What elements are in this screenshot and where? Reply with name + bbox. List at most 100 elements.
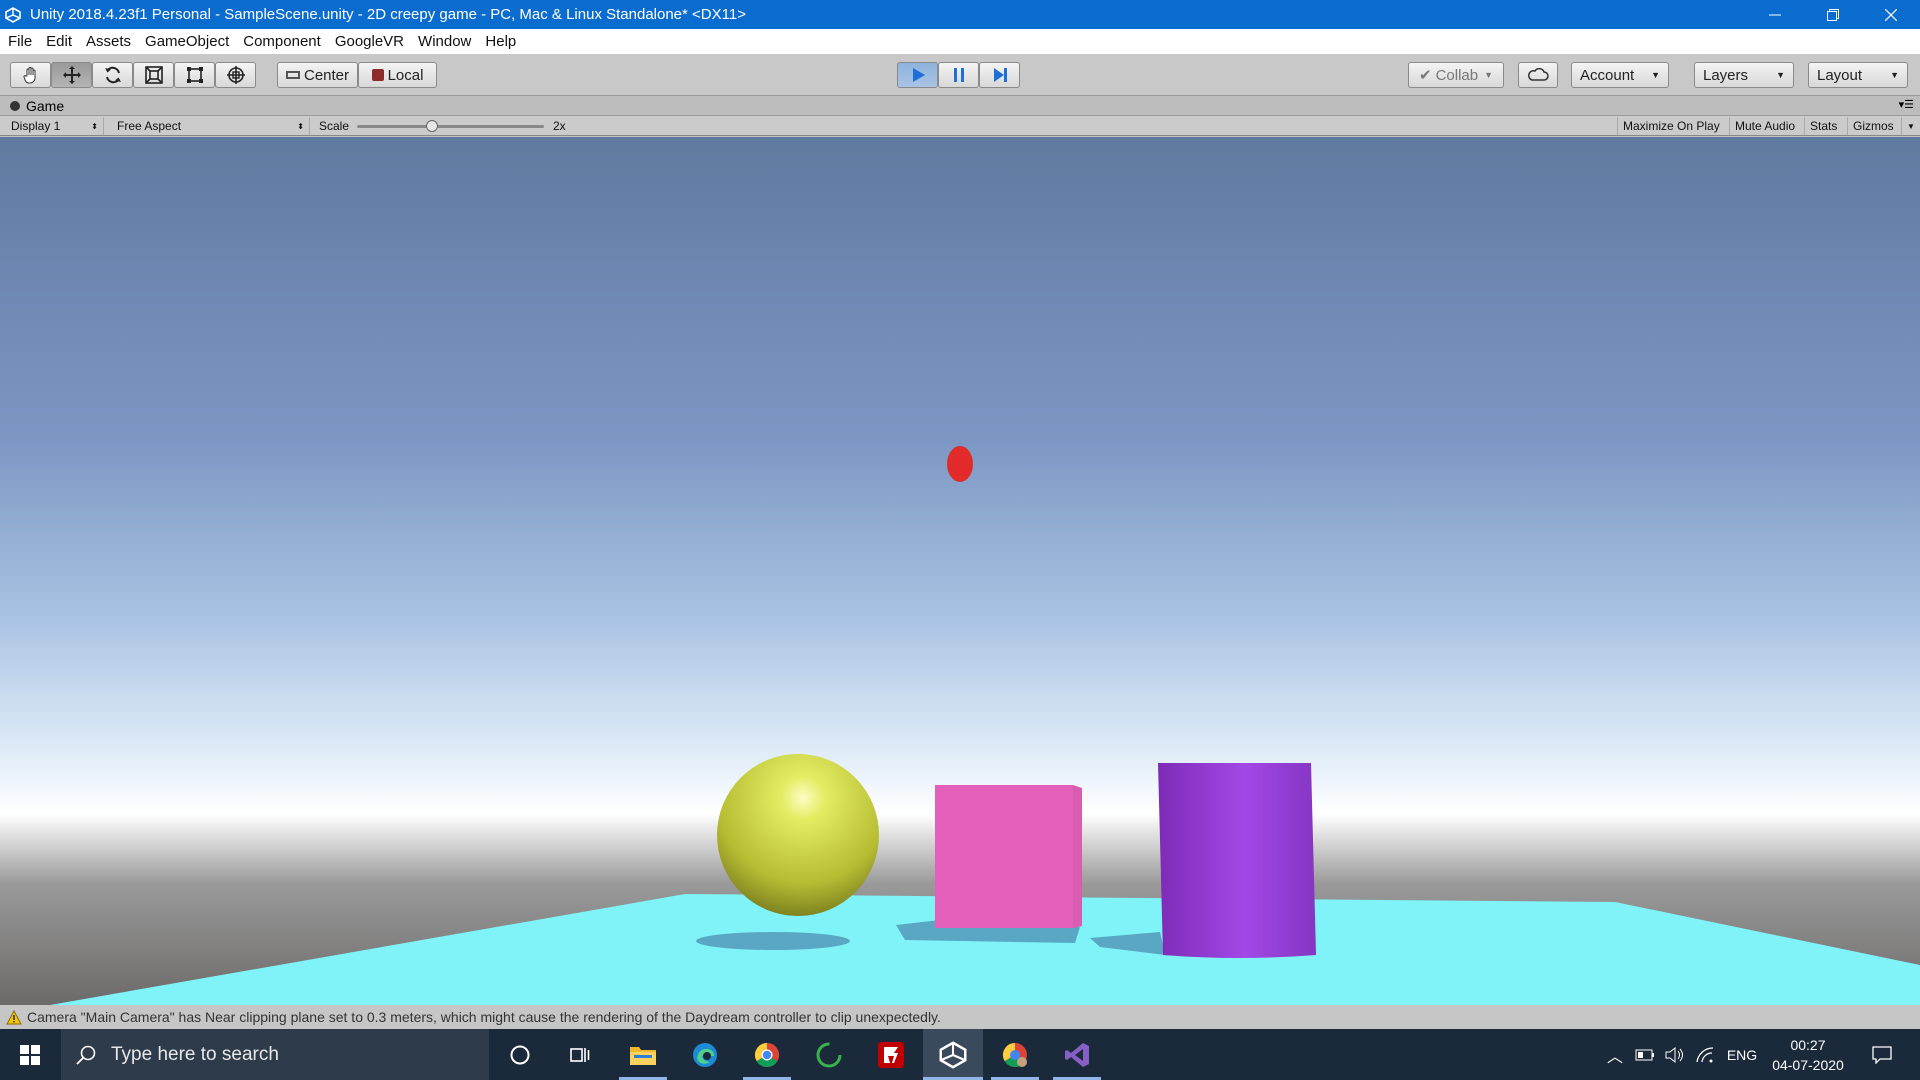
menu-gameobject[interactable]: GameObject: [145, 33, 229, 50]
account-dropdown[interactable]: Account ▼: [1571, 62, 1669, 88]
scale-value: 2x: [553, 119, 566, 133]
pause-icon: [953, 68, 964, 82]
menu-bar: File Edit Assets GameObject Component Go…: [0, 29, 1920, 54]
sphere-shadow: [696, 932, 850, 950]
rect-tool-button[interactable]: [174, 62, 215, 88]
chrome-icon[interactable]: [737, 1029, 797, 1080]
stats-button[interactable]: Stats: [1805, 117, 1848, 135]
step-icon: [993, 68, 1007, 82]
window-title: Unity 2018.4.23f1 Personal - SampleScene…: [30, 6, 746, 23]
pivot-local-button[interactable]: Local: [358, 62, 437, 88]
windows-start-icon[interactable]: [0, 1029, 60, 1080]
minimize-icon[interactable]: [1746, 0, 1804, 29]
game-toolbar: Display 1 ⬍ Free Aspect ⬍ Scale 2x Maxim…: [0, 116, 1920, 136]
task-view-icon[interactable]: [550, 1029, 610, 1080]
taskbar-search-box[interactable]: Type here to search: [61, 1029, 489, 1080]
menu-googlevr[interactable]: GoogleVR: [335, 33, 404, 50]
transform-icon: [226, 66, 245, 84]
gizmos-button[interactable]: Gizmos: [1848, 117, 1902, 135]
play-button[interactable]: [897, 62, 938, 88]
language-indicator[interactable]: ENG: [1720, 1047, 1764, 1063]
search-placeholder: Type here to search: [111, 1043, 279, 1065]
mute-audio-button[interactable]: Mute Audio: [1730, 117, 1805, 135]
scale-icon: [144, 66, 163, 84]
account-label: Account: [1580, 66, 1635, 84]
unity-icon: [4, 6, 22, 24]
rotate-tool-button[interactable]: [92, 62, 133, 88]
chrome-profile-icon[interactable]: [985, 1029, 1045, 1080]
game-tab-label: Game: [26, 97, 65, 114]
title-bar: Unity 2018.4.23f1 Personal - SampleScene…: [0, 0, 1920, 29]
maximize-on-play-button[interactable]: Maximize On Play: [1617, 117, 1730, 135]
chevron-up-icon[interactable]: ︿: [1600, 1043, 1630, 1067]
close-icon[interactable]: [1862, 0, 1920, 29]
wifi-icon[interactable]: [1690, 1046, 1720, 1063]
pivot-icon: [285, 71, 300, 79]
aspect-select[interactable]: Free Aspect ⬍: [112, 117, 310, 135]
menu-edit[interactable]: Edit: [46, 33, 72, 50]
cube-side: [1073, 785, 1082, 928]
updown-icon: ⬍: [91, 121, 98, 131]
scale-slider-handle[interactable]: [425, 120, 438, 132]
menu-help[interactable]: Help: [485, 33, 516, 50]
sync-app-icon[interactable]: [799, 1029, 859, 1080]
clock-time: 00:27: [1790, 1036, 1826, 1053]
console-status-bar[interactable]: Camera "Main Camera" has Near clipping p…: [0, 1005, 1920, 1029]
panel-menu-icon[interactable]: ▾☰: [1899, 98, 1914, 111]
step-button[interactable]: [979, 62, 1020, 88]
file-explorer-icon[interactable]: [613, 1029, 673, 1080]
battery-icon[interactable]: [1630, 1049, 1660, 1061]
chevron-down-icon: ▼: [1776, 70, 1785, 80]
game-panel-header: Game ▾☰: [0, 96, 1920, 116]
menu-window[interactable]: Window: [418, 33, 471, 50]
scale-tool-button[interactable]: [133, 62, 174, 88]
aspect-label: Free Aspect: [117, 119, 182, 133]
unity-taskbar-icon[interactable]: [923, 1029, 983, 1080]
game-viewport[interactable]: [0, 137, 1920, 1005]
status-message: Camera "Main Camera" has Near clipping p…: [27, 1009, 941, 1025]
filezilla-icon[interactable]: [861, 1029, 921, 1080]
windows-taskbar: Type here to search ︿ ENG 00:27 04-07-20…: [0, 1029, 1920, 1080]
game-tab[interactable]: Game: [10, 98, 64, 114]
warning-icon: [6, 1009, 22, 1024]
cortana-icon[interactable]: [490, 1029, 550, 1080]
space-label: Local: [387, 66, 424, 84]
chevron-down-icon: ▼: [1651, 70, 1660, 80]
updown-icon: ⬍: [297, 121, 304, 131]
system-tray: ︿ ENG 00:27 04-07-2020: [1600, 1029, 1912, 1080]
rotate-icon: [104, 66, 121, 84]
notification-icon[interactable]: [1852, 1045, 1912, 1064]
layers-dropdown[interactable]: Layers ▼: [1694, 62, 1794, 88]
restore-icon[interactable]: [1804, 0, 1862, 29]
move-tool-button[interactable]: [51, 62, 92, 88]
collab-label: Collab: [1435, 66, 1479, 84]
pacman-icon: [10, 100, 20, 111]
main-toolbar: Center Local ✔ Collab ▼ Account ▼ Layers…: [0, 54, 1920, 96]
chevron-down-icon: ▼: [1890, 70, 1899, 80]
menu-component[interactable]: Component: [243, 33, 321, 50]
visual-studio-icon[interactable]: [1047, 1029, 1107, 1080]
scale-slider-track[interactable]: [357, 120, 544, 132]
search-icon: [76, 1045, 96, 1065]
play-icon: [912, 68, 925, 82]
menu-file[interactable]: File: [8, 33, 32, 50]
display-select[interactable]: Display 1 ⬍: [6, 117, 104, 135]
collab-dropdown[interactable]: ✔ Collab ▼: [1408, 62, 1504, 88]
hand-tool-button[interactable]: [10, 62, 51, 88]
pivot-center-button[interactable]: Center: [277, 62, 358, 88]
cloud-button[interactable]: [1518, 62, 1558, 88]
cube-icon: [371, 69, 384, 81]
pause-button[interactable]: [938, 62, 979, 88]
transform-tool-button[interactable]: [215, 62, 256, 88]
edge-icon[interactable]: [675, 1029, 735, 1080]
layout-dropdown[interactable]: Layout ▼: [1808, 62, 1908, 88]
cylinder: [1158, 763, 1316, 958]
pointer-dot: [947, 446, 973, 482]
check-icon: ✔: [1418, 67, 1432, 84]
gizmos-dropdown-icon[interactable]: ▼: [1902, 117, 1918, 135]
menu-assets[interactable]: Assets: [86, 33, 131, 50]
move-icon: [62, 66, 81, 84]
volume-icon[interactable]: [1660, 1046, 1690, 1063]
layers-label: Layers: [1703, 66, 1749, 84]
clock[interactable]: 00:27 04-07-2020: [1764, 1035, 1852, 1075]
